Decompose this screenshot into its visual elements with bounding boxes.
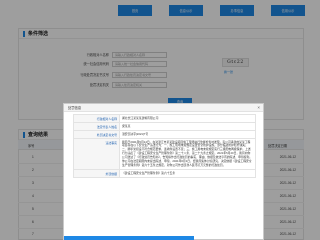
detail-key: 违法事实	[74, 139, 120, 170]
detail-row-facts: 违法事实 我局于2021年5月14日，在对潜江市某某建设项目施工现场进行监督检查…	[73, 139, 256, 171]
detail-row-basis: 处罚依据 《建设工程安全生产管理条例》第六十五条	[73, 170, 256, 179]
detail-key: 处罚依据	[74, 170, 120, 178]
detail-key: 法定代表人姓名	[74, 123, 120, 130]
detail-key: 行政相对人名称	[74, 115, 120, 122]
detail-row-legal-rep: 法定代表人姓名 梁某某	[73, 123, 256, 131]
detail-value: 潜安罚决字[2021]7号	[122, 131, 149, 136]
penalty-detail-modal: 处罚信息 × 行政相对人名称 湖北长江某某某建筑有限公司 法定代表人姓名 梁某某…	[63, 103, 264, 240]
detail-value: 湖北长江某某某建筑有限公司	[122, 115, 159, 120]
modal-title: 处罚信息	[64, 104, 263, 112]
detail-row-doc-number: 处罚决定书文号 潜安罚决字[2021]7号	[73, 131, 256, 139]
detail-value: 梁某某	[122, 123, 131, 128]
scroll-indicator	[64, 236, 194, 240]
close-icon[interactable]: ×	[257, 105, 260, 110]
detail-value: 《建设工程安全生产管理条例》第六十五条	[122, 170, 176, 175]
detail-row-party: 行政相对人名称 湖北长江某某某建筑有限公司	[73, 114, 256, 123]
penalty-detail-table: 行政相对人名称 湖北长江某某某建筑有限公司 法定代表人姓名 梁某某 处罚决定书文…	[73, 114, 256, 179]
detail-key: 处罚决定书文号	[74, 131, 120, 138]
detail-value: 我局于2021年5月14日，在对潜江市某某建设项目施工现场进行监督检查时发现，贵…	[122, 139, 253, 167]
